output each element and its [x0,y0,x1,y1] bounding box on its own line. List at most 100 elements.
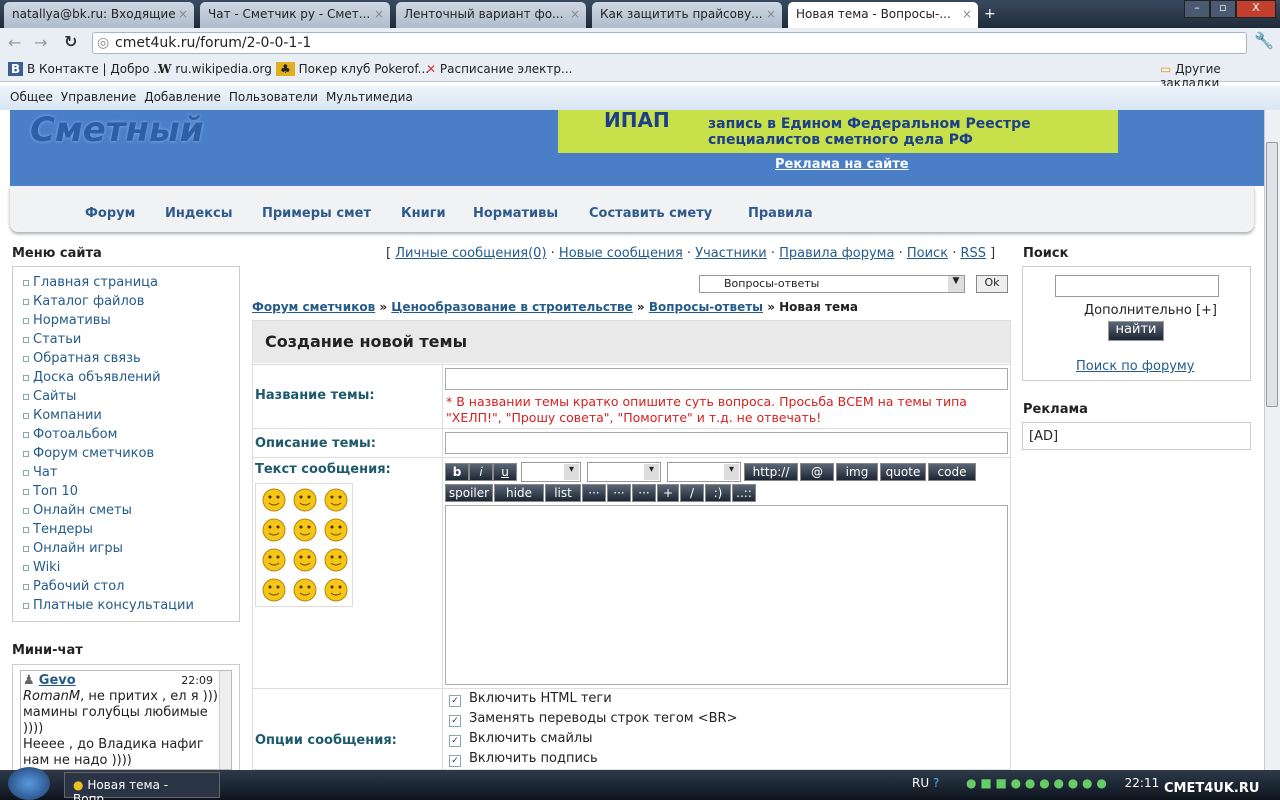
tab-lenta[interactable]: Ленточный вариант фо... × [396,2,586,28]
help-icon[interactable]: ? [933,776,939,790]
back-icon[interactable]: ← [8,33,21,52]
editor-button[interactable]: :) [705,484,731,502]
sidebar-item[interactable]: Онлайн игры [23,541,123,556]
topic-description-input[interactable] [445,432,1008,454]
link-forum-rules[interactable]: Правила форума [779,246,894,261]
email-button[interactable]: @ [800,463,834,481]
sidebar-item[interactable]: Онлайн сметы [23,503,132,518]
option-br[interactable]: ✓ Заменять переводы строк тегом <BR> [449,711,737,727]
smiley-icon[interactable] [324,518,348,542]
url-button[interactable]: http:// [744,463,798,481]
sidebar-item[interactable]: Чат [22,465,57,480]
sidebar-item[interactable]: Тендеры [23,522,93,537]
close-icon[interactable]: × [374,7,384,21]
clock[interactable]: 22:11 [1125,776,1160,790]
sidebar-item[interactable]: Рабочий стол [22,579,124,594]
search-button[interactable]: найти [1108,321,1164,341]
img-button[interactable]: img [836,463,878,481]
bookmark-schedule[interactable]: ✕ Расписание электр... [426,62,572,76]
tab-chat[interactable]: Чат - Сметчик ру - Смет... × [200,2,390,28]
language-indicator[interactable]: RU [912,776,929,790]
sidebar-item[interactable]: Доска объявлений [23,370,161,385]
crumb-forum[interactable]: Форум сметчиков [252,300,375,314]
bookmark-poker[interactable]: ♣ Покер клуб Pokerof... [276,62,429,76]
editor-button[interactable]: spoiler [445,484,493,502]
wrench-icon[interactable]: 🔧 [1254,31,1274,50]
sidebar-item[interactable]: Платные консультации [23,598,194,613]
site-logo[interactable]: Сметный [30,110,204,150]
editor-button[interactable]: list [545,484,581,502]
tray-icons[interactable]: ● ■ ■ ● ● ● ● ● ● ● [966,776,1107,790]
option-signature[interactable]: ✓ Включить подпись [449,751,598,767]
sidebar-item[interactable]: Обратная связь [23,351,141,366]
admin-menu-manage[interactable]: Управление [61,90,136,104]
option-html[interactable]: ✓ Включить HTML теги [449,691,612,707]
forward-icon[interactable]: → [34,33,47,52]
smiley-icon[interactable] [293,518,317,542]
crumb-subforum[interactable]: Вопросы-ответы [649,300,763,314]
close-icon[interactable]: × [570,7,580,21]
smiley-icon[interactable] [262,578,286,602]
color-select[interactable] [667,462,741,482]
scrollbar-thumb[interactable] [1266,142,1278,407]
code-button[interactable]: code [928,463,976,481]
smiley-icon[interactable] [293,488,317,512]
editor-button[interactable]: ··· [632,484,656,502]
bookmark-wikipedia[interactable]: W ru.wikipedia.org [158,62,272,76]
forum-search-link[interactable]: Поиск по форуму [1076,359,1194,374]
nav-forum[interactable]: Форум [85,206,135,221]
checkbox-checked-icon[interactable]: ✓ [449,755,461,767]
smiley-icon[interactable] [262,518,286,542]
smiley-icon[interactable] [262,488,286,512]
admin-menu-add[interactable]: Добавление [144,90,221,104]
editor-button[interactable]: / [680,484,704,502]
bold-button[interactable]: b [445,463,469,481]
italic-button[interactable]: i [469,463,493,481]
taskbar-chrome-window[interactable]: ● Новая тема - Вопр... [64,772,220,806]
sidebar-item[interactable]: Сайты [22,389,76,404]
nav-normatives[interactable]: Нормативы [473,206,558,221]
chat-mention[interactable]: RomanM [23,689,80,704]
checkbox-checked-icon[interactable]: ✓ [449,695,461,707]
quote-button[interactable]: quote [880,463,926,481]
smiley-icon[interactable] [324,578,348,602]
tab-new-topic[interactable]: Новая тема - Вопросы-... × [788,2,978,28]
sidebar-item[interactable]: Фотоальбом [22,427,117,442]
option-smilies[interactable]: ✓ Включить смайлы [449,731,592,747]
smiley-icon[interactable] [324,488,348,512]
forum-select[interactable]: Вопросы-ответы ▼ [699,275,965,293]
nav-rules[interactable]: Правила [748,206,813,221]
reload-icon[interactable]: ↻ [64,32,77,51]
chat-scrollbar[interactable] [219,671,231,769]
checkbox-checked-icon[interactable]: ✓ [449,715,461,727]
message-textarea[interactable] [445,505,1008,685]
bookmark-vk[interactable]: B В Контакте | Добро ... [8,62,165,76]
link-members[interactable]: Участники [695,246,767,261]
underline-button[interactable]: u [493,463,517,481]
smiley-icon[interactable] [293,548,317,572]
link-rss[interactable]: RSS [960,246,986,261]
close-icon[interactable]: × [766,7,776,21]
nav-books[interactable]: Книги [401,206,446,221]
ad-link[interactable]: Реклама на сайте [775,157,909,172]
sidebar-item[interactable]: Форум сметчиков [22,446,154,461]
link-messages[interactable]: Личные сообщения(0) [395,246,546,261]
link-search[interactable]: Поиск [907,246,948,261]
editor-button[interactable]: ··· [582,484,606,502]
editor-button[interactable]: hide [494,484,544,502]
nav-make-estimate[interactable]: Составить смету [589,206,712,221]
smiley-icon[interactable] [324,548,348,572]
sidebar-item[interactable]: Wiki [22,560,60,575]
minimize-button[interactable]: – [1184,0,1210,18]
admin-menu-general[interactable]: Общее [10,90,53,104]
tab-price[interactable]: Как защитить прайсову... × [592,2,782,28]
close-icon[interactable]: × [178,7,188,21]
ok-button[interactable]: Ok [976,275,1008,293]
sidebar-item[interactable]: Топ 10 [22,484,78,499]
maximize-button[interactable]: ▫ [1209,0,1236,18]
link-new-posts[interactable]: Новые сообщения [559,246,683,261]
topic-title-input[interactable] [445,368,1008,390]
crumb-category[interactable]: Ценообразование в строительстве [391,300,632,314]
sidebar-item[interactable]: Статьи [22,332,81,347]
font-select[interactable] [521,462,581,482]
